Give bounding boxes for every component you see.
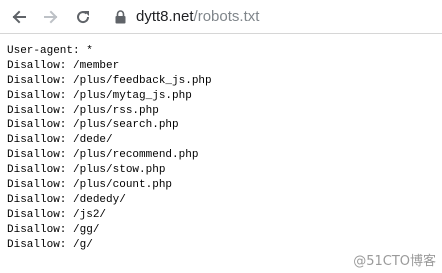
text-line: Disallow: /plus/search.php — [7, 119, 179, 132]
forward-button[interactable] — [39, 5, 63, 29]
text-line: Disallow: /plus/mytag_js.php — [7, 89, 192, 102]
text-line: Disallow: /plus/rss.php — [7, 104, 159, 117]
browser-toolbar: dytt8.net/robots.txt — [0, 0, 442, 34]
url-path: /robots.txt — [193, 8, 260, 25]
watermark: @51CTO博客 — [353, 254, 436, 269]
text-line: Disallow: /plus/count.php — [7, 179, 173, 192]
arrow-left-icon — [12, 10, 26, 24]
lock-icon — [110, 5, 130, 29]
text-line: Disallow: /plus/stow.php — [7, 164, 166, 177]
arrow-right-icon — [44, 10, 58, 24]
text-line: Disallow: /plus/feedback_js.php — [7, 74, 212, 87]
url-text[interactable]: dytt8.net/robots.txt — [136, 5, 259, 29]
url-host: dytt8.net — [136, 8, 194, 25]
text-line: Disallow: /dededy/ — [7, 193, 126, 206]
address-bar[interactable]: dytt8.net/robots.txt — [110, 5, 442, 29]
back-button[interactable] — [7, 5, 31, 29]
text-line: Disallow: /gg/ — [7, 223, 100, 236]
text-line: Disallow: /dede/ — [7, 134, 113, 147]
text-line: User-agent: * — [7, 45, 93, 57]
text-line: Disallow: /js2/ — [7, 208, 107, 221]
text-line: Disallow: /g/ — [7, 238, 93, 251]
text-line: Disallow: /member — [7, 59, 120, 72]
text-line: Disallow: /plus/recommend.php — [7, 149, 199, 162]
robots-txt-content: User-agent: * Disallow: /member Disallow… — [7, 44, 212, 252]
reload-button[interactable] — [71, 5, 95, 29]
reload-icon — [77, 11, 90, 24]
